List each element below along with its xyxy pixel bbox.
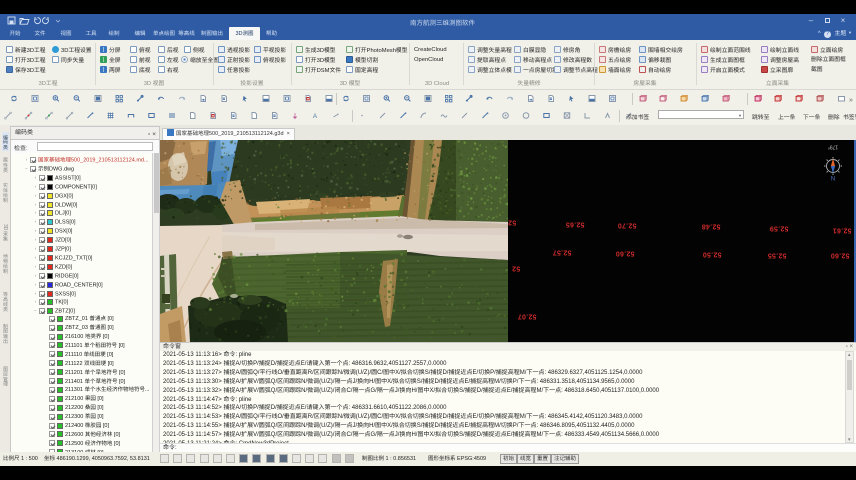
svg-text:A: A bbox=[313, 114, 317, 120]
svg-text:»: » bbox=[849, 97, 853, 104]
svg-text:179°: 179° bbox=[828, 143, 838, 149]
svg-text:N: N bbox=[831, 174, 835, 180]
